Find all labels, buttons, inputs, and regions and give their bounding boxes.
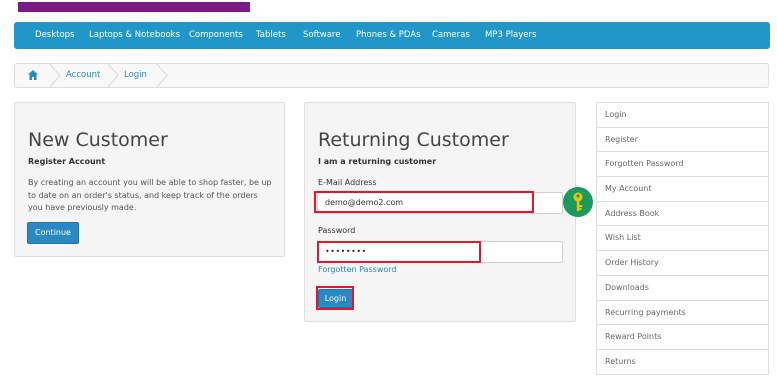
sidebar-item-address-book[interactable]: Address Book <box>597 201 768 227</box>
breadcrumb-login[interactable]: Login <box>124 64 147 87</box>
menu-item-software[interactable]: Software <box>303 22 340 49</box>
breadcrumb-separator <box>155 63 168 88</box>
breadcrumb: Account Login <box>14 63 769 88</box>
sidebar-item-returns[interactable]: Returns <box>597 349 768 375</box>
returning-customer-panel: Returning Customer I am a returning cust… <box>304 102 576 322</box>
breadcrumb-separator <box>106 63 119 88</box>
menu-item-components[interactable]: Components <box>189 22 243 49</box>
menu-item-tablets[interactable]: Tablets <box>256 22 286 49</box>
account-sidebar: Login Register Forgotten Password My Acc… <box>596 102 769 375</box>
new-customer-title: New Customer <box>28 129 168 151</box>
home-icon[interactable] <box>27 69 39 81</box>
breadcrumb-account[interactable]: Account <box>66 64 100 87</box>
continue-button[interactable]: Continue <box>27 222 79 244</box>
sidebar-item-reward-points[interactable]: Reward Points <box>597 325 768 350</box>
password-field[interactable]: •••••••• <box>317 241 563 263</box>
menu-item-laptops[interactable]: Laptops & Notebooks <box>89 22 180 49</box>
new-customer-description: By creating an account you will be able … <box>28 178 272 212</box>
sidebar-item-my-account[interactable]: My Account <box>597 177 768 202</box>
sidebar-item-register[interactable]: Register <box>597 127 768 153</box>
menu-item-desktops[interactable]: Desktops <box>35 22 74 49</box>
new-customer-panel: New Customer Register Account By creatin… <box>14 102 285 257</box>
returning-customer-heading: I am a returning customer <box>318 157 437 166</box>
breadcrumb-separator <box>48 63 61 88</box>
top-accent-bar <box>18 2 250 12</box>
sidebar-item-order-history[interactable]: Order History <box>597 251 768 276</box>
menu-item-phones[interactable]: Phones & PDAs <box>356 22 421 49</box>
login-button[interactable]: Login <box>318 289 353 308</box>
sidebar-item-wish-list[interactable]: Wish List <box>597 226 768 252</box>
forgotten-password-link[interactable]: Forgotten Password <box>318 265 397 274</box>
key-icon <box>563 187 593 217</box>
sidebar-item-recurring-payments[interactable]: Recurring payments <box>597 300 768 326</box>
sidebar-item-login[interactable]: Login <box>597 103 768 128</box>
sidebar-item-forgotten-password[interactable]: Forgotten Password <box>597 152 768 178</box>
sidebar-item-downloads[interactable]: Downloads <box>597 275 768 301</box>
register-account-heading: Register Account <box>28 157 106 166</box>
password-label: Password <box>318 226 356 235</box>
main-menu: Desktops Laptops & Notebooks Components … <box>14 22 770 49</box>
email-label: E-Mail Address <box>318 178 377 187</box>
email-field[interactable]: demo@demo2.com <box>317 192 563 214</box>
returning-customer-title: Returning Customer <box>318 129 509 151</box>
menu-item-mp3[interactable]: MP3 Players <box>485 22 536 49</box>
menu-item-cameras[interactable]: Cameras <box>432 22 470 49</box>
